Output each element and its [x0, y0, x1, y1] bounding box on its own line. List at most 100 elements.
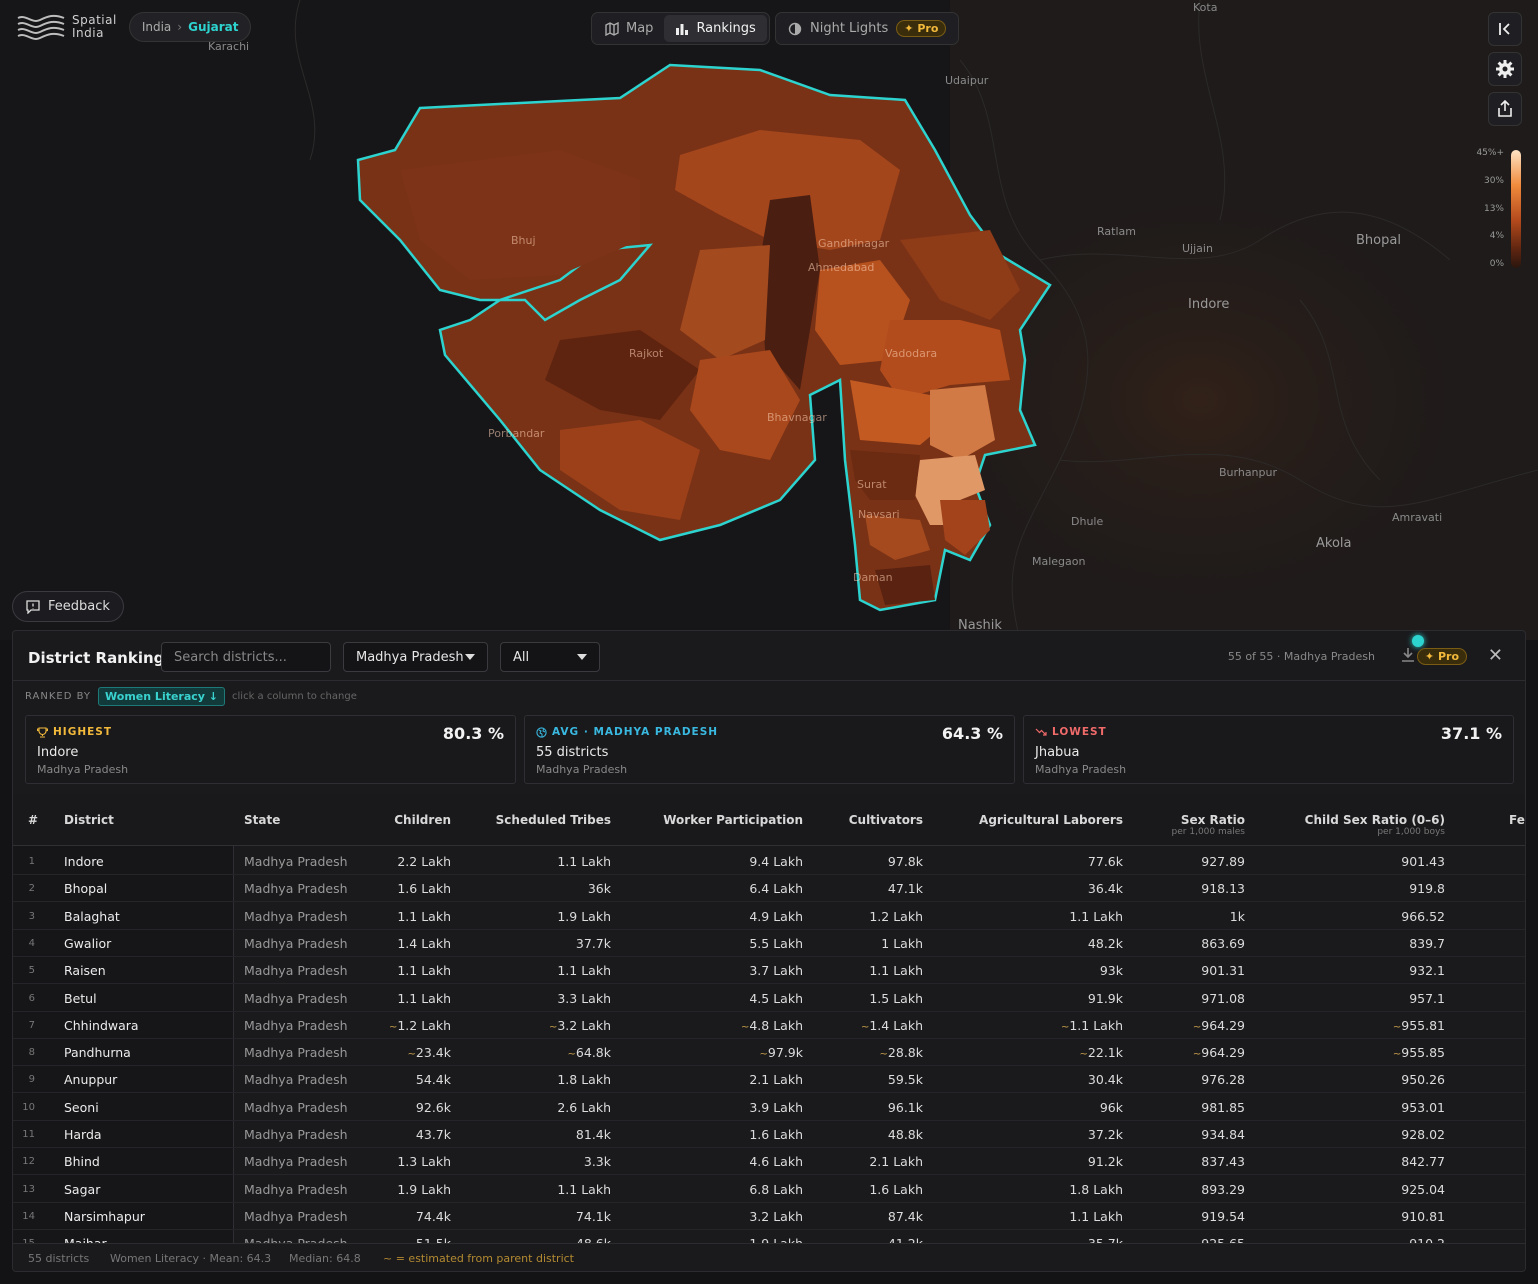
row-st: ~64.8k — [568, 1045, 611, 1060]
row-district: Sagar — [64, 1181, 101, 1197]
table-row[interactable]: 14 Narsimhapur Madhya Pradesh 74.4k 74.1k 3.2… — [13, 1203, 1525, 1230]
cell-value: 9.4 Lakh — [749, 854, 803, 869]
row-worker: 6.4 Lakh — [749, 881, 803, 896]
lowest-district: Jhabua — [1035, 745, 1080, 760]
table-row[interactable]: 6 Betul Madhya Pradesh 1.1 Lakh 3.3 Lakh 4.5 … — [13, 985, 1525, 1012]
chevron-down-icon — [577, 654, 587, 660]
bar-chart-icon — [676, 23, 689, 35]
row-st: 74.1k — [576, 1209, 611, 1224]
column-header-next[interactable]: Fe — [1509, 813, 1525, 827]
cell-value: 41.2k — [888, 1236, 923, 1243]
column-subheader-sex-ratio: per 1,000 males — [1171, 827, 1245, 837]
cell-value: 91.9k — [1087, 990, 1123, 1006]
cell-value: 925.65 — [1201, 1236, 1245, 1243]
cell-value: 4.5 Lakh — [749, 990, 803, 1006]
map-canvas[interactable] — [0, 0, 1538, 640]
feedback-label: Feedback — [48, 599, 110, 614]
row-state: Madhya Pradesh — [244, 935, 348, 951]
cell-value: 37.2k — [1087, 1127, 1123, 1142]
column-header-agricultural-laborers[interactable]: Agricultural Laborers — [979, 813, 1123, 827]
collapse-sidebar-button[interactable] — [1488, 12, 1522, 46]
map-icon — [605, 21, 619, 36]
column-header-child-sex-ratio[interactable]: Child Sex Ratio (0–6) — [1305, 813, 1445, 827]
estimate-marker-icon: ~ — [407, 1049, 416, 1061]
share-button[interactable] — [1488, 92, 1522, 126]
row-worker: ~97.9k — [760, 1045, 803, 1060]
row-st: 1.1 Lakh — [557, 854, 611, 869]
cell-value: 48.6k — [576, 1236, 611, 1243]
column-header-sex-ratio[interactable]: Sex Ratio — [1181, 813, 1245, 827]
lowest-label: LOWEST — [1035, 726, 1107, 738]
cell-value: 919.54 — [1201, 1208, 1245, 1224]
night-lights-button[interactable]: Night Lights ✦ Pro — [775, 12, 960, 45]
cell-value: 928.02 — [1401, 1127, 1445, 1142]
download-icon — [1402, 648, 1414, 662]
table-row[interactable]: 1 Indore Madhya Pradesh 2.2 Lakh 1.1 Lakh 9.4… — [13, 848, 1525, 875]
table-row[interactable]: 10 Seoni Madhya Pradesh 92.6k 2.6 Lakh 3.9 La… — [13, 1094, 1525, 1121]
table-row[interactable]: 12 Bhind Madhya Pradesh 1.3 Lakh 3.3k 4.6 Lak… — [13, 1148, 1525, 1176]
table-row[interactable]: 13 Sagar Madhya Pradesh 1.9 Lakh 1.1 Lakh 6.8… — [13, 1176, 1525, 1203]
column-header-worker-participation[interactable]: Worker Participation — [663, 813, 803, 827]
column-header-state[interactable]: State — [244, 813, 280, 827]
state-filter-dropdown[interactable]: Madhya Pradesh — [343, 642, 488, 672]
column-header-cultivators[interactable]: Cultivators — [849, 813, 923, 827]
feedback-button[interactable]: Feedback — [12, 591, 124, 622]
column-header-children[interactable]: Children — [394, 813, 451, 827]
cell-value: 43.7k — [415, 1127, 451, 1142]
search-input[interactable] — [161, 642, 331, 672]
settings-button[interactable] — [1488, 52, 1522, 86]
ranked-by-bar: RANKED BY Women Literacy ↓ click a colum… — [25, 687, 357, 706]
column-header-district[interactable]: District — [64, 813, 114, 827]
table-row[interactable]: 15MaiharMadhya Pradesh~51.5k~48.6k~1.9 L… — [13, 1230, 1525, 1243]
row-cultivators: 48.8k — [888, 1127, 923, 1142]
tab-map[interactable]: Map — [594, 15, 664, 42]
table-row[interactable]: 7 Chhindwara Madhya Pradesh ~1.2 Lakh ~3.2 L… — [13, 1012, 1525, 1039]
table-row[interactable]: 9 Anuppur Madhya Pradesh 54.4k 1.8 Lakh 2.1 L… — [13, 1066, 1525, 1094]
column-header-rank[interactable]: # — [28, 813, 38, 827]
tab-rankings[interactable]: Rankings — [664, 15, 767, 42]
scope-filter-dropdown[interactable]: All — [500, 642, 600, 672]
row-agri: 77.6k — [1088, 854, 1123, 869]
rankings-table: # District State Children Scheduled Trib… — [13, 794, 1525, 1243]
row-cultivators: 96.1k — [888, 1100, 923, 1115]
cell-value: 96.1k — [887, 1099, 923, 1115]
row-state: Madhya Pradesh — [244, 1072, 348, 1088]
row-agri: 1.8 Lakh — [1069, 1182, 1123, 1197]
map-view[interactable]: Kota Karachi Udaipur Ratlam Ujjain Bhopa… — [0, 0, 1538, 640]
breadcrumb-root[interactable]: India — [142, 20, 171, 34]
lowest-card[interactable]: LOWEST Jhabua Madhya Pradesh 37.1 % — [1023, 715, 1514, 784]
cell-value: 3.2 Lakh — [749, 1208, 803, 1224]
table-row[interactable]: 2 Bhopal Madhya Pradesh 1.6 Lakh 36k 6.4 Lakh… — [13, 875, 1525, 903]
table-row[interactable]: 5 Raisen Madhya Pradesh 1.1 Lakh 1.1 Lakh 3.7… — [13, 957, 1525, 985]
table-row[interactable]: 11 Harda Madhya Pradesh 43.7k 81.4k 1.6 Lakh 4… — [13, 1121, 1525, 1148]
row-csr: 966.52 — [1401, 909, 1445, 924]
row-sex-ratio: 976.28 — [1201, 1072, 1245, 1087]
cell-value: 1.1 Lakh — [1069, 908, 1123, 924]
row-agri: 30.4k — [1088, 1072, 1123, 1087]
row-rank: 9 — [28, 1074, 35, 1086]
cell-value: 957.1 — [1409, 990, 1445, 1006]
ranked-by-metric-chip[interactable]: Women Literacy ↓ — [98, 687, 226, 706]
cell-value: 1.8 Lakh — [1069, 1181, 1123, 1197]
map-label: Amravati — [1392, 511, 1443, 524]
row-district: Seoni — [64, 1099, 99, 1115]
row-district: Pandhurna — [64, 1045, 131, 1061]
row-agri: 93k — [1100, 963, 1123, 978]
row-district: Harda — [64, 1127, 102, 1142]
row-cultivators: 1 Lakh — [881, 936, 923, 951]
table-row[interactable]: 4 Gwalior Madhya Pradesh 1.4 Lakh 37.7k 5.5 L… — [13, 930, 1525, 957]
row-district: Maihar — [64, 1236, 107, 1243]
close-button[interactable]: ✕ — [1488, 645, 1503, 666]
row-children: 1.4 Lakh — [397, 936, 451, 951]
table-row[interactable]: 3 Balaghat Madhya Pradesh 1.1 Lakh 1.9 Lakh 4… — [13, 903, 1525, 930]
row-district: Balaghat — [64, 908, 120, 924]
cell-value: 1.6 Lakh — [397, 881, 451, 897]
row-rank: 4 — [28, 937, 35, 949]
table-row[interactable]: 8 Pandhurna Madhya Pradesh ~23.4k ~64.8k ~97.… — [13, 1039, 1525, 1067]
highest-card[interactable]: HIGHEST Indore Madhya Pradesh 80.3 % — [25, 715, 516, 784]
download-button[interactable] — [1401, 647, 1415, 667]
gear-icon — [1496, 60, 1514, 78]
cell-value: 976.28 — [1201, 1072, 1245, 1088]
column-header-scheduled-tribes[interactable]: Scheduled Tribes — [496, 813, 611, 827]
estimate-marker-icon: ~ — [1192, 1021, 1202, 1033]
